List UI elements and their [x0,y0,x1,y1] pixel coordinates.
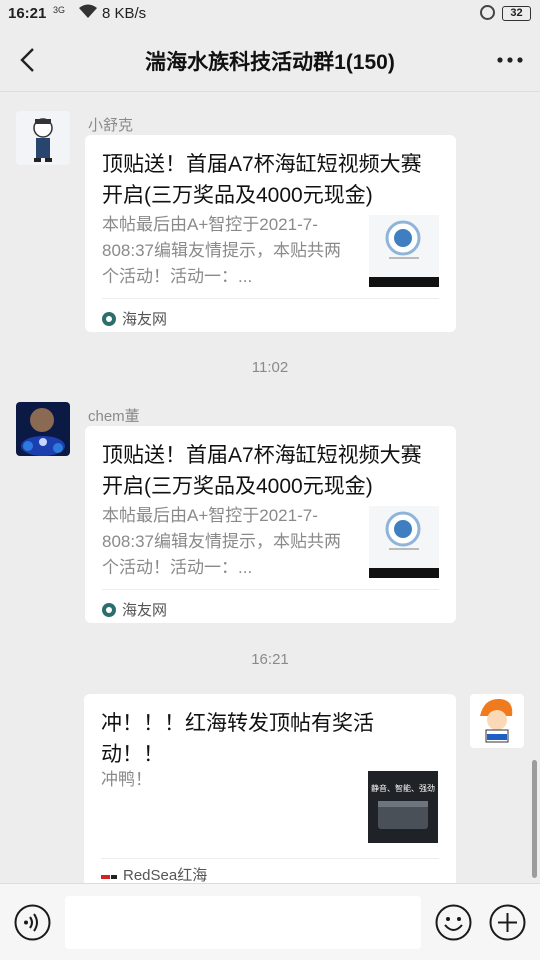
sender-name: 小舒克 [88,117,134,134]
thumbnail-caption: 静音、智能、强劲 [371,784,435,793]
card-title: 顶贴送！首届A7杯海缸短视频大赛开启(三万奖品及4000元现金) [102,444,422,498]
input-bar [0,883,540,960]
avatar[interactable] [16,111,70,165]
source-name: RedSea红海 [123,867,208,883]
status-bar: 16:21 3G 8 KB/s 32 [0,0,540,28]
sender-name: chem董 [88,408,140,425]
chat-header: 湍海水族科技活动群1(150) [0,28,540,92]
wifi-icon [78,3,98,23]
link-card[interactable]: 冲！！！红海转发顶帖有奖活动！！ 冲鸭！ 静音、智能、强劲 RedSea红海 [84,694,456,883]
card-description: 本帖最后由A+智控于2021-7-808:37编辑友情提示，本贴共两个活动！活动… [102,215,341,286]
battery-icon: 32 [502,6,531,21]
card-description: 本帖最后由A+智控于2021-7-808:37编辑友情提示，本贴共两个活动！活动… [102,506,341,577]
card-divider [101,858,439,859]
message-input[interactable] [65,896,421,949]
signal-icon: 3G [53,5,66,15]
card-source: 海友网 [102,599,167,621]
alarm-icon [480,5,495,20]
plus-icon[interactable] [489,904,526,941]
status-time: 16:21 [8,5,47,22]
avatar[interactable] [470,694,524,748]
card-divider [102,589,439,590]
source-logo-icon [102,312,116,330]
more-dots-icon[interactable] [492,46,528,74]
time-divider: 16:21 [251,651,289,668]
source-name: 海友网 [122,311,168,328]
card-divider [102,298,439,299]
message-list[interactable]: 小舒克 顶贴送！首届A7杯海缸短视频大赛开启(三万奖品及4000元现金) 本帖最… [0,93,540,883]
link-card[interactable]: 顶贴送！首届A7杯海缸短视频大赛开启(三万奖品及4000元现金) 本帖最后由A+… [85,135,456,332]
card-source: RedSea红海 [101,864,207,883]
network-speed: 8 KB/s [102,5,147,22]
avatar[interactable] [16,402,70,456]
time-divider: 11:02 [251,359,289,376]
card-thumbnail [369,215,439,287]
voice-icon[interactable] [14,904,51,941]
redsea-logo-icon [101,869,117,883]
back-arrow-icon[interactable] [14,46,42,74]
emoji-icon[interactable] [435,904,472,941]
source-name: 海友网 [122,602,168,619]
card-description: 冲鸭！ [101,770,152,789]
chat-title: 湍海水族科技活动群1(150) [145,51,395,74]
card-thumbnail [369,506,439,578]
card-thumbnail: 静音、智能、强劲 [368,771,438,843]
card-source: 海友网 [102,308,167,330]
source-logo-icon [102,603,116,621]
card-title: 冲！！！红海转发顶帖有奖活动！！ [101,712,374,766]
scrollbar[interactable] [532,760,537,878]
card-title: 顶贴送！首届A7杯海缸短视频大赛开启(三万奖品及4000元现金) [102,153,422,207]
link-card[interactable]: 顶贴送！首届A7杯海缸短视频大赛开启(三万奖品及4000元现金) 本帖最后由A+… [85,426,456,623]
